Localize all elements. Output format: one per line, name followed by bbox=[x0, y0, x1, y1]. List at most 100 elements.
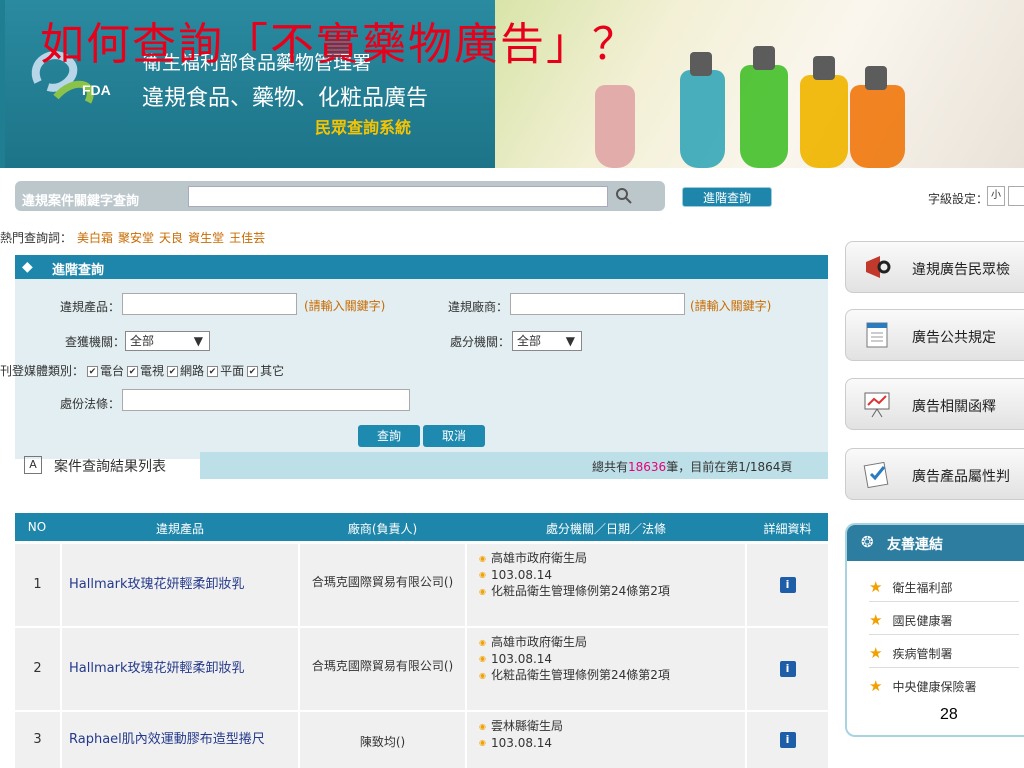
friendly-link[interactable]: ★ 中央健康保險署 bbox=[869, 671, 1019, 701]
hot-word[interactable]: 美白霜 bbox=[77, 231, 113, 245]
row-detail: i bbox=[747, 544, 828, 626]
slide: FDA 衛生福利部食品藥物管理署 違規食品、藥物、化粧品廣告 民眾查詢系統 如何… bbox=[0, 0, 1024, 768]
font-medium-button[interactable] bbox=[1008, 186, 1024, 206]
law-label: 處份法條： bbox=[59, 397, 120, 411]
row-vendor: 合瑪克國際貿易有限公司() bbox=[300, 544, 465, 626]
media-checkbox[interactable]: ✔ bbox=[247, 366, 259, 377]
table-row: 3 Raphael肌內效運動膠布造型捲尺 陳致均() 雲林縣衛生局103.08.… bbox=[15, 712, 828, 768]
star-icon: ★ bbox=[869, 677, 883, 695]
font-small-button[interactable]: 小 bbox=[987, 186, 1005, 206]
vendor-label: 違規廠商： bbox=[447, 300, 508, 314]
media-option: 網路 bbox=[180, 364, 205, 378]
column-header: 廠商(負責人) bbox=[347, 522, 418, 536]
info-icon[interactable]: i bbox=[779, 732, 796, 748]
media-checkbox[interactable]: ✔ bbox=[127, 366, 139, 377]
hot-word[interactable]: 天良 bbox=[159, 231, 183, 245]
results-title: 案件查詢結果列表 bbox=[54, 459, 166, 475]
info-icon[interactable]: i bbox=[779, 661, 796, 677]
font-size-label: 字級設定： bbox=[928, 192, 989, 206]
results-count: 總共有18636筆，目前在第1/1864頁 bbox=[592, 458, 792, 475]
friendly-link[interactable]: ★ 國民健康署 bbox=[869, 605, 1019, 635]
sidebar-button-label: 廣告產品屬性判 bbox=[912, 469, 1010, 485]
sidebar-button-label: 廣告相關函釋 bbox=[912, 399, 996, 415]
sidebar-button[interactable]: 違規廣告民眾檢 bbox=[845, 241, 1024, 293]
row-date: 103.08.14 bbox=[479, 651, 745, 668]
search-label: 違規案件關鍵字查詢 bbox=[22, 194, 140, 209]
checklist-icon bbox=[863, 461, 889, 489]
product-field[interactable] bbox=[122, 293, 297, 315]
row-vendor: 合瑪克國際貿易有限公司() bbox=[300, 628, 465, 710]
penalty-agency-label: 處分機關： bbox=[449, 335, 510, 349]
star-icon: ★ bbox=[869, 611, 883, 629]
friendly-link[interactable]: ★ 疾病管制署 bbox=[869, 638, 1019, 668]
count-number: 18636 bbox=[628, 460, 667, 474]
row-law: 化粧品衛生管理條例第24條第2項 bbox=[479, 667, 745, 684]
row-penalty: 雲林縣衛生局103.08.14 bbox=[467, 712, 745, 768]
row-no: 1 bbox=[15, 544, 60, 626]
advanced-search-button[interactable]: 進階查詢 bbox=[682, 187, 772, 207]
media-option: 其它 bbox=[260, 364, 285, 378]
list-icon: A bbox=[24, 456, 42, 474]
row-law: 化粧品衛生管理條例第24條第2項 bbox=[479, 583, 745, 600]
advanced-title: 進階查詢 bbox=[52, 263, 105, 278]
star-icon: ★ bbox=[869, 644, 883, 662]
megaphone-icon bbox=[866, 256, 891, 278]
friendly-link-label: 中央健康保險署 bbox=[892, 680, 977, 694]
cancel-button[interactable]: 取消 bbox=[423, 425, 485, 447]
penalty-agency-select[interactable]: 全部 ▼ bbox=[512, 331, 582, 351]
vendor-hint: (請輸入關鍵字) bbox=[690, 299, 772, 313]
column-header: 處分機關／日期／法條 bbox=[545, 522, 666, 536]
info-icon[interactable]: i bbox=[779, 577, 796, 593]
hot-word[interactable]: 聚安堂 bbox=[118, 231, 154, 245]
sidebar-button[interactable]: 廣告相關函釋 bbox=[845, 378, 1024, 430]
search-input[interactable] bbox=[188, 186, 608, 207]
row-date: 103.08.14 bbox=[479, 735, 745, 752]
law-field[interactable] bbox=[122, 389, 410, 411]
sidebar-button-label: 違規廣告民眾檢 bbox=[912, 262, 1010, 278]
friendly-links: ❂ 友善連結 ★ 衛生福利部 ★ 國民健康署 ★ 疾病管制署 ★ 中央健康保險署 bbox=[845, 523, 1024, 737]
row-date: 103.08.14 bbox=[479, 567, 745, 584]
logo-text: FDA bbox=[82, 82, 111, 98]
presentation-icon bbox=[864, 392, 890, 418]
link-icon: ❂ bbox=[861, 533, 874, 551]
row-product-link[interactable]: Hallmark玫瑰花妍輕柔卸妝乳 bbox=[62, 544, 298, 626]
chevron-down-icon: ▼ bbox=[565, 334, 575, 348]
hot-word[interactable]: 王佳芸 bbox=[229, 231, 265, 245]
row-agency: 雲林縣衛生局 bbox=[479, 718, 745, 735]
globe-icon: ◆ bbox=[22, 259, 33, 275]
star-icon: ★ bbox=[869, 578, 883, 596]
hot-word[interactable]: 資生堂 bbox=[188, 231, 224, 245]
vendor-field[interactable] bbox=[510, 293, 685, 315]
row-no: 2 bbox=[15, 628, 60, 710]
hot-words: 熱門查詢詞： 美白霜 聚安堂 天良 資生堂 王佳芸 bbox=[0, 229, 265, 246]
column-header: 違規產品 bbox=[155, 522, 204, 536]
row-product-link[interactable]: Raphael肌內效運動膠布造型捲尺 bbox=[62, 712, 298, 768]
column-header: NO bbox=[27, 520, 47, 534]
media-checkbox[interactable]: ✔ bbox=[167, 366, 179, 377]
table-row: 2 Hallmark玫瑰花妍輕柔卸妝乳 合瑪克國際貿易有限公司() 高雄市政府衛… bbox=[15, 628, 828, 710]
agency-value: 全部 bbox=[130, 334, 155, 348]
product-label: 違規產品： bbox=[59, 300, 120, 314]
hot-words-label: 熱門查詢詞： bbox=[0, 231, 73, 245]
sidebar-button[interactable]: 廣告公共規定 bbox=[845, 309, 1024, 361]
query-button[interactable]: 查詢 bbox=[358, 425, 420, 447]
search-icon[interactable] bbox=[614, 186, 634, 206]
media-checkbox[interactable]: ✔ bbox=[207, 366, 219, 377]
document-icon bbox=[866, 322, 888, 348]
table-row: 1 Hallmark玫瑰花妍輕柔卸妝乳 合瑪克國際貿易有限公司() 高雄市政府衛… bbox=[15, 544, 828, 626]
friendly-link-label: 疾病管制署 bbox=[892, 647, 953, 661]
column-header: 詳細資料 bbox=[763, 522, 812, 536]
row-detail: i bbox=[747, 628, 828, 710]
media-checkbox[interactable]: ✔ bbox=[87, 366, 99, 377]
agency-select[interactable]: 全部 ▼ bbox=[125, 331, 210, 351]
row-vendor: 陳致均() bbox=[300, 712, 465, 768]
friendly-link[interactable]: ★ 衛生福利部 bbox=[869, 572, 1019, 602]
sidebar-button[interactable]: 廣告產品屬性判 bbox=[845, 448, 1024, 500]
count-suffix: 筆，目前在第1/1864頁 bbox=[666, 460, 793, 474]
media-option: 電台 bbox=[100, 364, 125, 378]
friendly-link-label: 國民健康署 bbox=[892, 614, 953, 628]
row-product-link[interactable]: Hallmark玫瑰花妍輕柔卸妝乳 bbox=[62, 628, 298, 710]
chevron-down-icon: ▼ bbox=[193, 334, 203, 348]
system-name: 違規食品、藥物、化粧品廣告 bbox=[142, 86, 429, 111]
slide-title: 如何查詢「不實藥物廣告」？ bbox=[40, 19, 638, 70]
